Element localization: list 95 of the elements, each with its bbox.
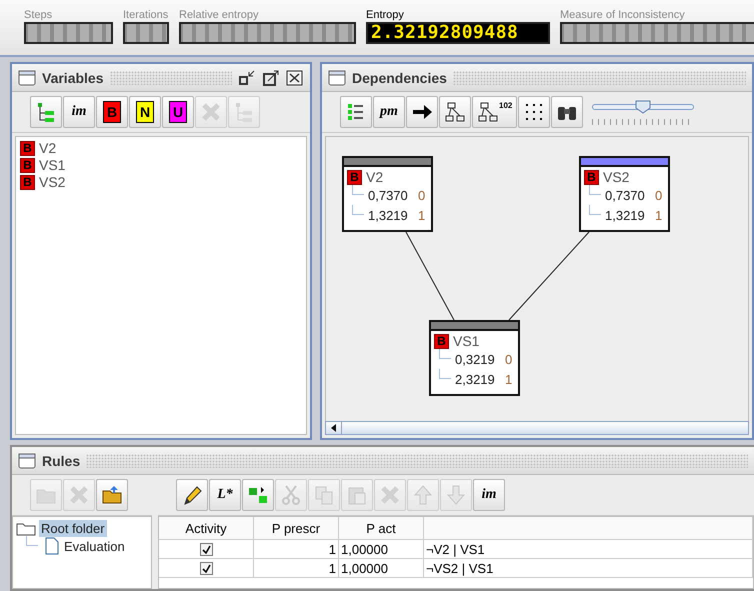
transfer-icon: [247, 484, 269, 506]
copy-icon: [313, 484, 335, 506]
table-cell: 1,00000: [339, 540, 424, 559]
window-icon: [18, 452, 36, 468]
table-cell: ¬V2 | VS1: [424, 540, 753, 559]
meter-label: Relative entropy: [179, 9, 260, 21]
node-state: 0: [655, 188, 662, 202]
column-header[interactable]: Activity: [159, 517, 254, 540]
layout-button[interactable]: [439, 96, 471, 128]
panel-title: Dependencies: [352, 70, 447, 86]
window-icon: [18, 70, 36, 86]
node-value: 1,3219: [368, 208, 409, 222]
node-value: 0,3219: [455, 352, 496, 366]
node-value: 0,7370: [605, 188, 646, 202]
variable-name[interactable]: VS1: [39, 157, 66, 173]
layout-button[interactable]: 102: [472, 96, 518, 128]
boolean-type-badge: B: [347, 170, 362, 184]
close-icon[interactable]: [286, 70, 304, 86]
tree-list-icon: [233, 101, 255, 123]
boolean-type-badge: B: [20, 174, 35, 190]
meter-label: Steps: [24, 9, 54, 21]
open-folder-icon: [101, 484, 123, 506]
panel-title: Rules: [42, 452, 80, 468]
checkbox[interactable]: [200, 542, 212, 556]
binoculars-button[interactable]: [551, 96, 584, 128]
tree-layout-icon: [444, 101, 466, 123]
variable-node[interactable]: B VS2 0,7370 0 1,3219 1: [579, 156, 670, 232]
node-value: 0,7370: [368, 188, 409, 202]
toolbar-button[interactable]: im: [473, 479, 505, 511]
column-header[interactable]: P act: [339, 517, 424, 540]
new-variable-icon: B: [103, 101, 121, 123]
boolean-type-badge: B: [584, 170, 599, 184]
variable-node[interactable]: B VS1 0,3219 0 2,3219 1: [429, 320, 520, 396]
variable-name[interactable]: V2: [39, 140, 56, 156]
meter-label: Entropy: [366, 9, 405, 21]
tree-button[interactable]: [30, 96, 62, 128]
slider-thumb[interactable]: [635, 100, 652, 114]
minimize-icon[interactable]: [238, 70, 256, 86]
folder-icon: [16, 522, 36, 536]
node-state: 0: [418, 188, 426, 202]
node-state: 1: [418, 208, 426, 222]
tree-layout-icon: [477, 101, 499, 123]
lcd-display: 2.32192809488: [366, 22, 550, 44]
panel-title: Variables: [42, 70, 104, 86]
table-cell: 1,00000: [339, 559, 424, 578]
up-arrow-icon: [412, 484, 434, 506]
boolean-type-badge: B: [20, 158, 35, 172]
delete-icon: [200, 101, 222, 123]
node-name: VS1: [453, 333, 480, 349]
toolbar-button[interactable]: L*: [209, 479, 241, 511]
toolbar-button[interactable]: im: [63, 96, 95, 128]
meter-label: Measure of Inconsistency: [560, 9, 686, 21]
variable-node[interactable]: B V2 0,7370 0 1,3219 1: [342, 156, 433, 232]
table-cell: 1: [254, 559, 339, 578]
new-variable-icon: U: [169, 101, 187, 123]
column-header[interactable]: P prescr: [254, 517, 339, 540]
tree-item[interactable]: Root folder: [39, 520, 107, 537]
new-variable-button[interactable]: B: [96, 96, 128, 128]
tree-list-icon: [35, 101, 57, 123]
node-state: 0: [505, 352, 512, 366]
node-value: 1,3219: [605, 208, 646, 222]
new-variable-button[interactable]: U: [162, 96, 194, 128]
delete-icon: [68, 484, 90, 506]
delete-icon: [379, 484, 401, 506]
folder-open-button[interactable]: [96, 479, 128, 511]
document-icon: [45, 537, 59, 555]
pencil-icon: [181, 484, 203, 506]
meter-label: Iterations: [123, 9, 169, 21]
node-state: 1: [655, 208, 662, 222]
arrow-button[interactable]: [406, 96, 438, 128]
down-arrow-icon: [445, 484, 467, 506]
transfer-button[interactable]: [242, 479, 274, 511]
variable-name[interactable]: VS2: [39, 174, 66, 190]
window-icon: [328, 70, 346, 86]
node-name: V2: [366, 169, 384, 185]
boolean-type-badge: B: [434, 334, 449, 348]
node-name: VS2: [603, 169, 630, 185]
boolean-type-badge: B: [20, 140, 35, 156]
table-cell: ¬VS2 | VS1: [424, 559, 753, 578]
var-list-button[interactable]: [340, 96, 372, 128]
node-state: 1: [505, 372, 512, 386]
dots-button[interactable]: [518, 96, 550, 128]
new-variable-button[interactable]: N: [129, 96, 161, 128]
node-value: 2,3219: [455, 372, 496, 386]
table-cell: 1: [254, 540, 339, 559]
left-arrow-icon[interactable]: [330, 424, 338, 432]
pencil-button[interactable]: [176, 479, 208, 511]
new-variable-icon: N: [136, 101, 154, 123]
layout-number: 102: [499, 101, 512, 110]
maximize-icon[interactable]: [262, 70, 280, 86]
horizontal-scrollbar[interactable]: [325, 421, 749, 435]
scissors-icon: [280, 484, 302, 506]
toolbar-button[interactable]: pm: [373, 96, 405, 128]
tree-item[interactable]: Evaluation: [62, 538, 127, 554]
checkbox[interactable]: [200, 562, 212, 574]
